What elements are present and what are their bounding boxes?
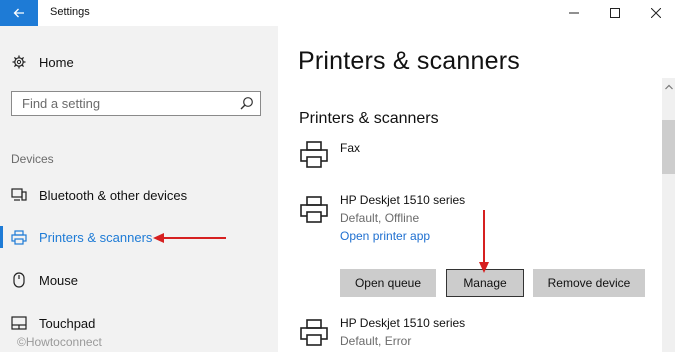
- manage-arrow: [479, 210, 489, 273]
- sidebar-arrow: [153, 233, 226, 243]
- annotation-arrows: [153, 210, 489, 273]
